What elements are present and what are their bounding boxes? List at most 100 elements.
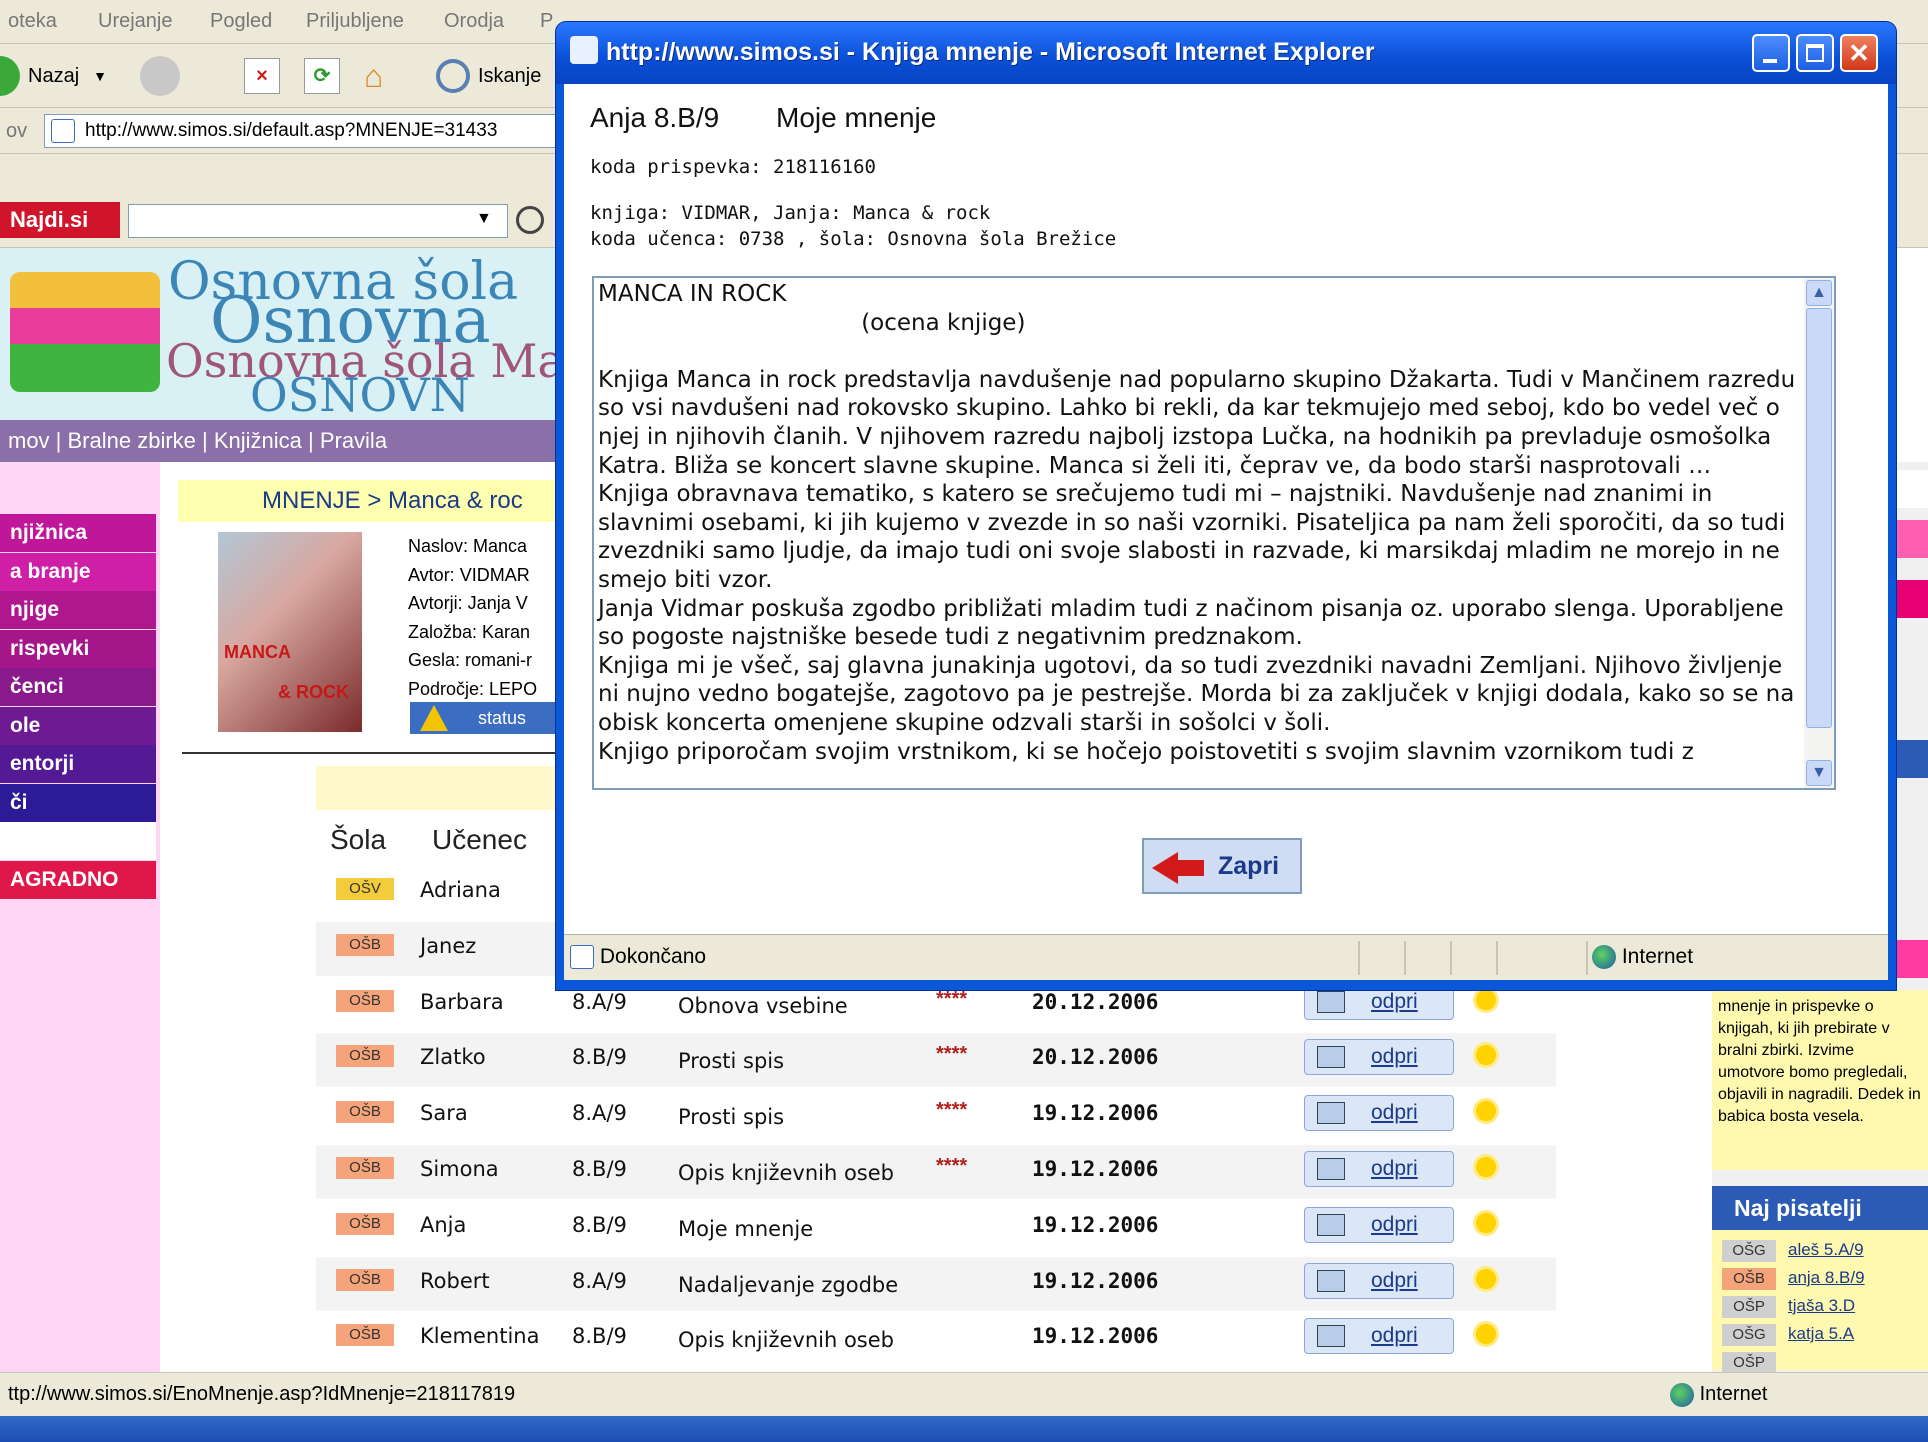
contribution-date: 20.12.2006 — [1032, 989, 1159, 1014]
side-menu-item[interactable]: AGRADNO — [0, 860, 156, 899]
top-writer-item: OŠG katja 5.A — [1722, 1322, 1922, 1348]
side-menu-item[interactable]: čenci — [0, 668, 156, 706]
school-badge: OŠB — [336, 1157, 394, 1179]
close-icon: ✕ — [1848, 38, 1870, 68]
maximize-button[interactable] — [1796, 34, 1834, 72]
open-button[interactable]: odpri — [1304, 1151, 1454, 1187]
forward-button[interactable] — [140, 54, 180, 98]
open-button[interactable]: odpri — [1304, 1039, 1454, 1076]
scroll-thumb[interactable] — [1806, 308, 1832, 728]
najdi-search-input[interactable] — [128, 204, 508, 238]
review-textarea[interactable]: MANCA IN ROCK (ocena knjige) Knjiga Manc… — [592, 276, 1836, 790]
school-badge: OŠB — [336, 1268, 394, 1291]
close-window-button[interactable]: ✕ — [1840, 34, 1878, 72]
address-field[interactable]: http://www.simos.si/default.asp?MNENJE=3… — [44, 114, 564, 148]
refresh-icon: ⟳ — [304, 58, 340, 94]
contribution-code: koda prispevka: 218116160 — [590, 156, 876, 178]
menu-item[interactable]: Orodja — [444, 10, 504, 33]
contribution-type: Prosti spis — [678, 1049, 785, 1074]
back-button[interactable]: Nazaj ▼ — [0, 54, 107, 98]
side-menu-item[interactable]: rispevki — [0, 629, 156, 668]
back-arrow-icon — [0, 56, 20, 96]
cover-title-2: & ROCK — [278, 682, 349, 702]
top-writer-item: OŠG aleš 5.A/9 — [1722, 1238, 1922, 1264]
status-separator — [1404, 941, 1406, 975]
magnifier-icon — [1317, 1102, 1345, 1125]
search-icon — [436, 59, 470, 93]
book-cover-image: MANCA & ROCK — [218, 532, 362, 732]
book-meta-line: Naslov: Manca — [408, 536, 528, 556]
side-menu-item[interactable]: ole — [0, 706, 156, 745]
home-button[interactable]: ⌂ — [364, 54, 383, 98]
school-badge: OŠG — [1722, 1324, 1776, 1346]
school-badge: OŠP — [1722, 1352, 1776, 1374]
menu-item[interactable]: Urejanje — [98, 10, 172, 33]
top-writer-item: OŠB anja 8.B/9 — [1722, 1266, 1922, 1292]
sun-icon — [1476, 989, 1496, 1010]
sun-icon — [1476, 1101, 1496, 1122]
side-menu-item[interactable]: njižnica — [0, 514, 156, 552]
dropdown-arrow-icon[interactable]: ▼ — [93, 68, 107, 84]
rating-stars: **** — [936, 1155, 968, 1177]
school-badge: OŠG — [1722, 1240, 1776, 1262]
side-menu-item[interactable]: entorji — [0, 745, 156, 783]
side-menu-item[interactable] — [0, 822, 156, 860]
student-name: Anja — [420, 1212, 467, 1237]
sun-icon — [1476, 1157, 1496, 1177]
menu-item[interactable]: oteka — [8, 10, 57, 33]
table-row: OŠB Sara 8.A/9 Prosti spis **** 19.12.2006 odp… — [316, 1089, 1556, 1143]
student-name: Adriana — [420, 878, 501, 902]
contribution-type: Moje mnenje — [678, 1216, 814, 1241]
open-button[interactable]: odpri — [1304, 1318, 1454, 1355]
search-button[interactable]: Iskanje — [436, 54, 541, 98]
scrollbar[interactable]: ▲ ▼ — [1804, 278, 1834, 788]
contribution-type: Prosti spis — [678, 1105, 785, 1130]
writer-link[interactable]: tjaša 3.D — [1788, 1296, 1855, 1316]
dropdown-arrow-icon[interactable]: ▼ — [476, 210, 492, 228]
student-name: Janez — [420, 933, 477, 958]
writer-link[interactable]: aleš 5.A/9 — [1788, 1240, 1864, 1260]
writer-link[interactable]: katja 5.A — [1788, 1324, 1854, 1344]
open-button[interactable]: odpri — [1304, 1262, 1454, 1299]
minimize-button[interactable] — [1752, 34, 1790, 72]
author-name: Anja 8.B/9 — [590, 102, 720, 133]
side-menu-item[interactable]: njige — [0, 591, 156, 629]
student-name: Simona — [420, 1157, 499, 1181]
menu-item[interactable]: Priljubljene — [306, 10, 404, 33]
status-button[interactable]: status — [410, 702, 560, 734]
school-badge: OŠV — [336, 878, 394, 900]
top-writers-title: Naj pisatelji — [1712, 1186, 1928, 1230]
sun-icon — [1476, 1212, 1496, 1233]
forward-arrow-icon — [140, 56, 180, 96]
writer-link[interactable]: anja 8.B/9 — [1788, 1268, 1865, 1288]
menu-item[interactable]: Pogled — [210, 10, 272, 33]
magnifier-icon — [1317, 1046, 1345, 1069]
magnifier-icon — [1317, 1158, 1345, 1180]
open-button[interactable]: odpri — [1304, 1206, 1454, 1243]
column-header-school: Šola — [330, 824, 387, 855]
student-name: Robert — [420, 1268, 490, 1293]
student-class: 8.A/9 — [572, 1101, 627, 1126]
scroll-down-icon[interactable]: ▼ — [1806, 760, 1832, 786]
refresh-button[interactable]: ⟳ — [304, 54, 340, 98]
side-menu-item[interactable]: a branje — [0, 552, 156, 591]
open-button[interactable]: odpri — [1304, 1095, 1454, 1132]
status-separator — [1450, 941, 1452, 975]
najdi-search-icon[interactable] — [516, 206, 544, 234]
address-url: http://www.simos.si/default.asp?MNENJE=3… — [85, 120, 498, 141]
site-nav[interactable]: mov | Bralne zbirke | Knjižnica | Pravil… — [0, 420, 560, 462]
close-label: Zapri — [1218, 852, 1280, 880]
close-button[interactable]: Zapri — [1142, 838, 1302, 894]
open-label: odpri — [1371, 1045, 1418, 1069]
najdi-logo[interactable]: Najdi.si — [0, 202, 120, 238]
side-menu-item[interactable]: či — [0, 783, 156, 822]
contribution-heading: Moje mnenje — [776, 102, 937, 133]
scroll-up-icon[interactable]: ▲ — [1806, 280, 1832, 306]
status-separator — [1586, 941, 1588, 975]
stop-button[interactable]: × — [244, 54, 280, 98]
student-class: 8.B/9 — [572, 1212, 627, 1237]
student-name: Zlatko — [420, 1045, 486, 1070]
menu-item[interactable]: P — [540, 10, 553, 33]
popup-title-bar[interactable]: http://www.simos.si - Knjiga mnenje - Mi… — [556, 22, 1896, 84]
student-name: Klementina — [420, 1324, 540, 1349]
